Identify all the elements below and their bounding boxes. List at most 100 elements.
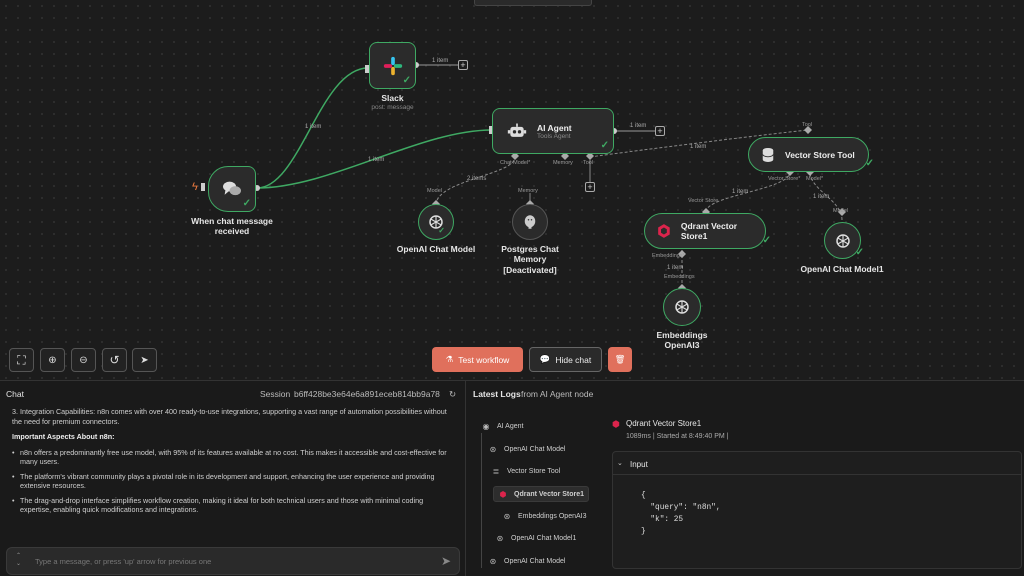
robot-icon [507,123,527,137]
openai-chat-model-node[interactable]: ✓ [418,204,454,240]
workflow-canvas[interactable]: 1 item 1 item 1 item 1 item 2 items 1 it… [0,0,1024,380]
openai-icon: ⊛ [503,511,511,521]
send-icon[interactable]: ➤ [441,554,451,568]
logs-title-suffix: from AI Agent node [521,389,594,399]
log-tree-item-embeddings[interactable]: ⊛ Embeddings OpenAI3 [502,511,587,521]
openai-icon: ⊛ [489,444,497,454]
slack-icon [383,56,402,75]
chat-panel: Chat Session b6ff428be3e64e6a891eceb814b… [0,381,466,576]
slack-add-output-button[interactable]: + [458,60,468,70]
zoom-in-button[interactable]: ⊕ [40,348,65,372]
connection-wires [201,62,846,292]
openai-icon: ⊛ [489,556,497,566]
embeddings-openai3-node[interactable] [663,288,701,326]
postgres-title-1: Postgres Chat [501,244,559,254]
log-tree-item-ai-agent[interactable]: ◉ AI Agent [481,421,524,431]
embeddings-title-1: Embeddings [656,330,708,340]
openai-chat-model-title: OpenAI Chat Model [396,244,476,254]
log-tree-item-vector-store-tool[interactable]: ≣ Vector Store Tool [491,466,561,476]
openai-chat-model1-title: OpenAI Chat Model1 [800,264,884,274]
divider [613,474,1021,475]
flask-icon: ⚗ [445,354,454,364]
wire-label-model-agent: 2 items [467,176,487,182]
log-tree-label: OpenAI Chat Model [504,445,566,453]
chat-bullet: The platform's vibrant community plays a… [12,472,452,491]
json-line: "k": 25 [641,516,684,524]
hide-chat-button[interactable]: 💬 Hide chat [529,347,602,372]
chat-icon: 💬 [539,354,551,364]
postgres-title-3: [Deactivated] [503,265,557,275]
zoom-in-icon: ⊕ [48,354,57,366]
test-workflow-button[interactable]: ⚗ Test workflow [432,347,523,372]
postgres-elephant-icon [524,215,536,229]
zoom-out-button[interactable]: ⊖ [71,348,96,372]
log-input-label: Input [630,460,648,469]
chevron-down-icon[interactable]: ⌄ [617,459,623,467]
log-detail-timing: 1089ms | Started at 8:49:40 PM | [626,433,729,440]
slack-node[interactable]: ✓ [369,42,416,89]
chat-title: Chat [6,389,24,399]
chat-messages: 3. Integration Capabilities: n8n comes w… [12,407,452,520]
ai-agent-node[interactable]: AI Agent Tools Agent ✓ [492,108,614,154]
chat-bullet: n8n offers a predominantly free use mode… [12,448,452,467]
openai-model1-port-label: Model [833,208,848,214]
refresh-session-icon[interactable]: ↻ [449,389,456,400]
wire-label-model1-tool: 1 item [813,194,830,200]
postgres-memory-node[interactable] [512,204,548,240]
log-tree-item-openai-chat-model1[interactable]: ⊛ OpenAI Chat Model1 [495,533,577,543]
log-tree-item-qdrant[interactable]: ⬢ Qdrant Vector Store1 [493,486,590,502]
wire-label-emb-qdrant: 1 item [667,265,684,271]
test-workflow-label: Test workflow [458,354,510,365]
postgres-port-label: Memory [518,188,538,194]
bottom-panel: Chat Session b6ff428be3e64e6a891eceb814b… [0,380,1024,576]
success-check-icon: ✓ [600,140,609,151]
database-icon: ≣ [492,466,500,476]
success-check-icon: ✓ [438,226,445,235]
chat-input-box[interactable]: ⌃ ⌄ Type a message, or press 'up' arrow f… [6,547,460,575]
fit-view-button[interactable]: ⛶ [9,348,34,372]
select-tool-button[interactable]: ➤ [132,348,157,372]
vector-store-tool-node[interactable]: Vector Store Tool ✓ [748,137,874,172]
embeddings-title-2: OpenAI3 [664,340,700,350]
chat-trigger-node[interactable]: ✓ [208,166,256,212]
logs-title: Latest Logs [473,389,521,399]
openai-chat-model1-node[interactable]: ✓ [824,222,864,259]
embeddings-port-label: Embeddings [664,274,695,280]
reset-zoom-button[interactable]: ↺ [102,348,127,372]
chat-trigger-title-2: received [214,226,250,236]
tree-connector [481,433,482,568]
hide-chat-label: Hide chat [555,354,592,365]
log-tree-label: Qdrant Vector Store1 [514,490,585,498]
json-line: } [641,528,646,536]
wire-label-trigger-slack: 1 item [305,124,322,130]
delete-execution-button[interactable]: 🗑 [608,347,632,372]
undo-icon: ↺ [109,353,120,367]
json-line: { [641,492,646,500]
log-tree-item-openai-chat-model[interactable]: ⊛ OpenAI Chat Model [488,444,566,454]
success-check-icon: ✓ [242,198,251,209]
trigger-bolt-icon: ϟ [192,181,198,193]
log-tree-label: AI Agent [497,422,524,430]
vector-store-tool-title: Vector Store Tool [785,149,855,160]
log-tree-label: Embeddings OpenAI3 [518,512,587,520]
ai-agent-subtitle: Tools Agent [537,132,571,140]
qdrant-icon: ⬢ [499,489,507,499]
session-id: b6ff428be3e64e6a891eceb814bb9a78 [294,389,440,399]
history-arrows-icon[interactable]: ⌃ ⌄ [16,552,21,568]
wire-label-qdrant-tool: 1 item [732,189,749,195]
agent-add-output-button[interactable]: + [655,126,665,136]
wire-label-slack-output: 1 item [432,58,449,64]
log-tree-label: OpenAI Chat Model [504,557,566,565]
chat-bubbles-icon [223,181,241,196]
agent-add-tool-button[interactable]: + [585,182,595,192]
log-tree-item-openai-chat-model-2[interactable]: ⊛ OpenAI Chat Model [488,556,566,566]
postgres-title-2: Memory [513,254,547,264]
trash-icon: 🗑 [614,354,626,364]
qdrant-vector-store-node[interactable]: Qdrant Vector Store1 ✓ [644,213,771,249]
success-check-icon: ✓ [855,247,864,258]
port-label-memory: Memory [553,160,573,166]
qdrant-title: Qdrant Vector Store1 [680,221,738,241]
wire-label-tool-agent: 1 item [690,144,707,150]
json-line: "query": "n8n", [641,504,721,512]
robot-icon: ◉ [482,421,490,431]
